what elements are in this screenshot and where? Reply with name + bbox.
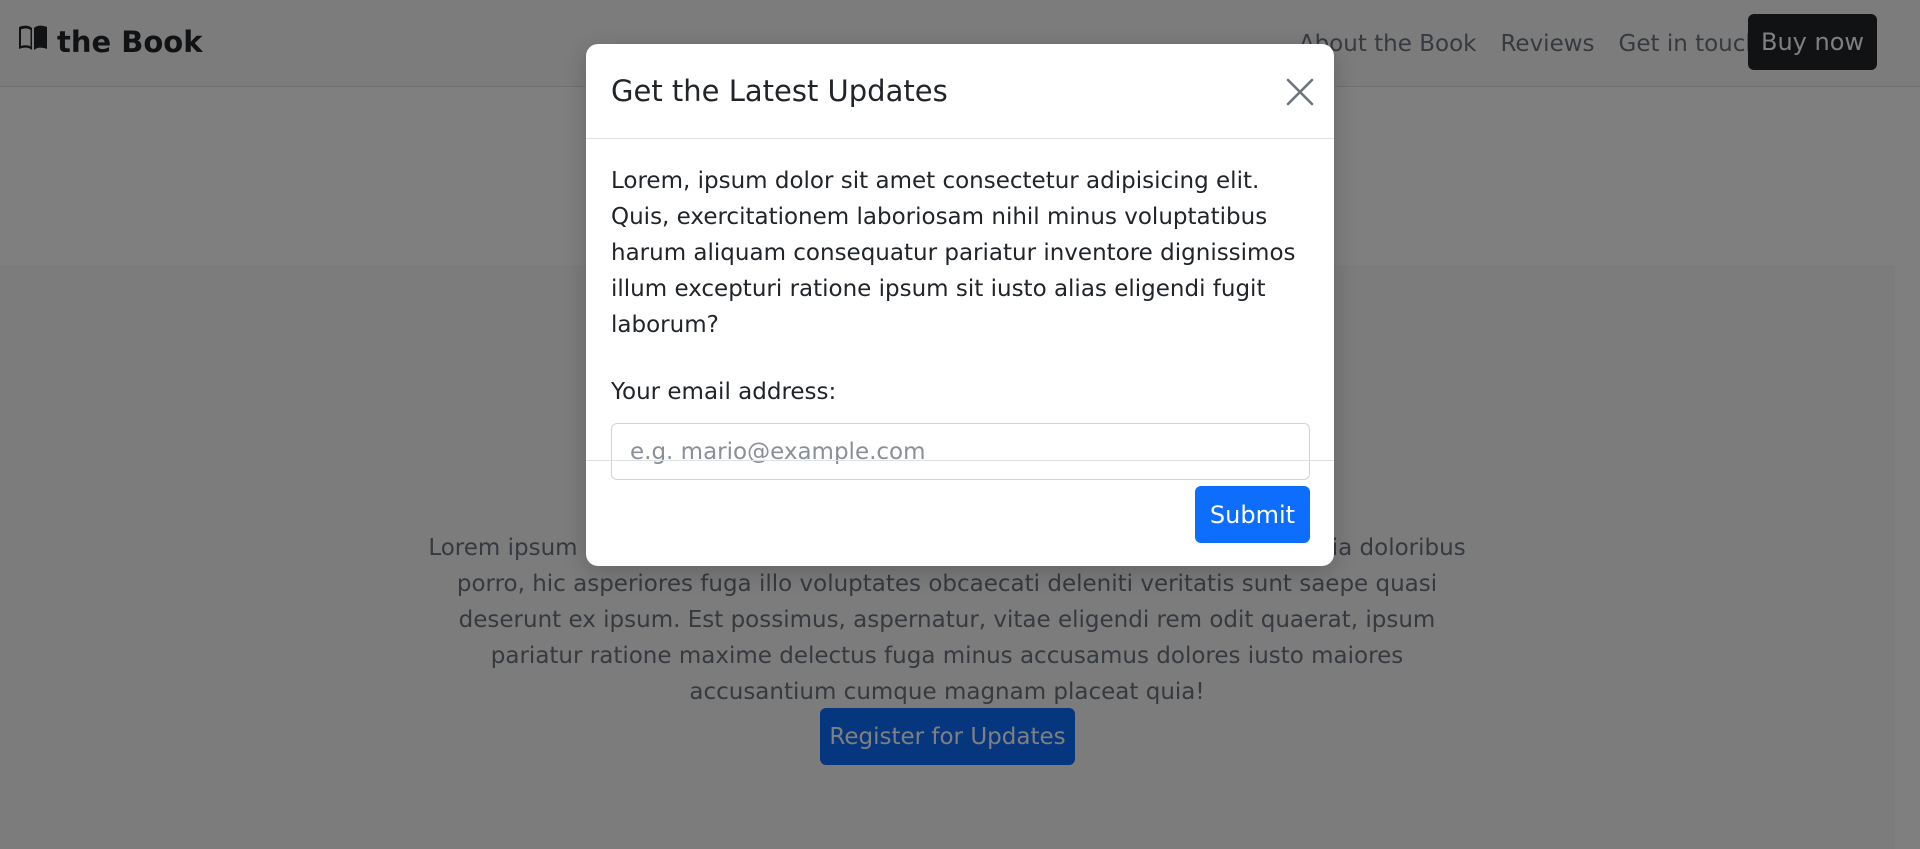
modal-footer: Submit xyxy=(586,460,1334,566)
modal-body: Lorem, ipsum dolor sit amet consectetur … xyxy=(611,163,1311,480)
close-button[interactable] xyxy=(1282,74,1318,110)
modal-description: Lorem, ipsum dolor sit amet consectetur … xyxy=(611,168,1296,338)
email-label: Your email address: xyxy=(611,379,837,405)
updates-modal: Get the Latest Updates Lorem, ipsum dolo… xyxy=(586,44,1334,566)
modal-header: Get the Latest Updates xyxy=(586,44,1334,139)
close-icon xyxy=(1286,78,1314,106)
modal-title: Get the Latest Updates xyxy=(611,74,948,108)
submit-button[interactable]: Submit xyxy=(1195,486,1310,543)
